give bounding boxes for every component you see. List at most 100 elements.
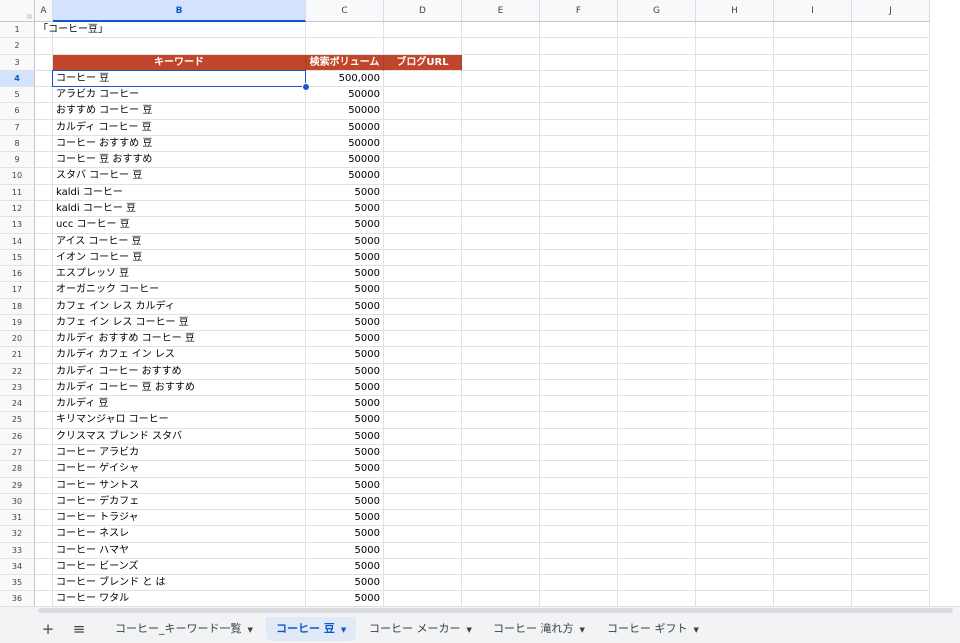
horizontal-scrollbar[interactable] [0,606,960,614]
cell-j22[interactable] [852,363,930,380]
row-header-34[interactable]: 34 [0,558,35,576]
row-header-18[interactable]: 18 [0,298,35,315]
cell-h28[interactable] [696,461,774,478]
volume-cell[interactable]: 5000 [306,266,384,283]
cell-h19[interactable] [696,314,774,332]
row-header-8[interactable]: 8 [0,135,35,153]
cell-d15[interactable] [384,249,462,267]
cell-i22[interactable] [774,363,852,380]
cell-j1[interactable] [852,22,930,39]
cell-a27[interactable] [35,445,53,462]
cell-h29[interactable] [696,477,774,494]
cell-d1[interactable] [384,22,462,39]
row-header-35[interactable]: 35 [0,575,35,592]
cell-i35[interactable] [774,575,852,592]
cell-j6[interactable] [852,103,930,120]
row-header-15[interactable]: 15 [0,249,35,267]
cell-e11[interactable] [462,184,540,201]
cell-g5[interactable] [618,87,696,104]
cell-e4[interactable] [462,70,540,88]
cell-e1[interactable] [462,22,540,39]
cell-e20[interactable] [462,331,540,348]
cell-i26[interactable] [774,428,852,446]
cell-h2[interactable] [696,38,774,55]
cell-e7[interactable] [462,119,540,136]
cell-f9[interactable] [540,152,618,169]
row-header-3[interactable]: 3 [0,54,35,71]
keyword-cell[interactable]: kaldi コーヒー [53,184,306,201]
cell-f15[interactable] [540,249,618,267]
header-volume[interactable]: 検索ボリューム [306,54,384,71]
cell-i10[interactable] [774,168,852,185]
cell-i11[interactable] [774,184,852,201]
cell-d17[interactable] [384,282,462,299]
cell-e30[interactable] [462,493,540,511]
cell-h7[interactable] [696,119,774,136]
volume-cell[interactable]: 5000 [306,379,384,397]
row-header-14[interactable]: 14 [0,233,35,250]
select-all-corner[interactable] [0,0,35,22]
chevron-down-icon[interactable]: ▼ [248,626,253,634]
cell-g4[interactable] [618,70,696,88]
cell-h25[interactable] [696,412,774,429]
cell-d27[interactable] [384,445,462,462]
cell-a26[interactable] [35,428,53,446]
cell-a17[interactable] [35,282,53,299]
cell-g27[interactable] [618,445,696,462]
keyword-cell[interactable]: kaldi コーヒー 豆 [53,200,306,218]
cell-h13[interactable] [696,217,774,234]
cell-e10[interactable] [462,168,540,185]
cell-g21[interactable] [618,347,696,364]
cell-e16[interactable] [462,266,540,283]
cell-g23[interactable] [618,379,696,397]
cell-i19[interactable] [774,314,852,332]
cell-i16[interactable] [774,266,852,283]
cell-i9[interactable] [774,152,852,169]
cell-j13[interactable] [852,217,930,234]
keyword-cell[interactable]: コーヒー ネスレ [53,526,306,543]
cell-f4[interactable] [540,70,618,88]
cell-e29[interactable] [462,477,540,494]
cell-h15[interactable] [696,249,774,267]
row-header-17[interactable]: 17 [0,282,35,299]
cell-d35[interactable] [384,575,462,592]
cell-e9[interactable] [462,152,540,169]
cell-d14[interactable] [384,233,462,250]
volume-cell[interactable]: 5000 [306,331,384,348]
cell-b2[interactable] [53,38,306,55]
cell-d11[interactable] [384,184,462,201]
cell-a3[interactable] [35,54,53,71]
cell-d13[interactable] [384,217,462,234]
cell-d29[interactable] [384,477,462,494]
chevron-down-icon[interactable]: ▼ [694,626,699,634]
cell-g32[interactable] [618,526,696,543]
cell-h3[interactable] [696,54,774,71]
cell-f13[interactable] [540,217,618,234]
keyword-cell[interactable]: カルディ コーヒー 豆 [53,119,306,136]
row-header-24[interactable]: 24 [0,396,35,413]
row-header-33[interactable]: 33 [0,542,35,559]
cell-g17[interactable] [618,282,696,299]
volume-cell[interactable]: 5000 [306,184,384,201]
cell-e27[interactable] [462,445,540,462]
cell-a29[interactable] [35,477,53,494]
cell-j11[interactable] [852,184,930,201]
cell-h1[interactable] [696,22,774,39]
row-header-32[interactable]: 32 [0,526,35,543]
cell-g20[interactable] [618,331,696,348]
cell-g26[interactable] [618,428,696,446]
cell-j9[interactable] [852,152,930,169]
cell-g19[interactable] [618,314,696,332]
cell-j19[interactable] [852,314,930,332]
cell-g15[interactable] [618,249,696,267]
cell-d2[interactable] [384,38,462,55]
keyword-cell[interactable]: イオン コーヒー 豆 [53,249,306,267]
cell-j14[interactable] [852,233,930,250]
cell-e19[interactable] [462,314,540,332]
cell-i33[interactable] [774,542,852,559]
cell-f25[interactable] [540,412,618,429]
cell-a8[interactable] [35,135,53,153]
cell-h12[interactable] [696,200,774,218]
cell-h21[interactable] [696,347,774,364]
cell-f28[interactable] [540,461,618,478]
